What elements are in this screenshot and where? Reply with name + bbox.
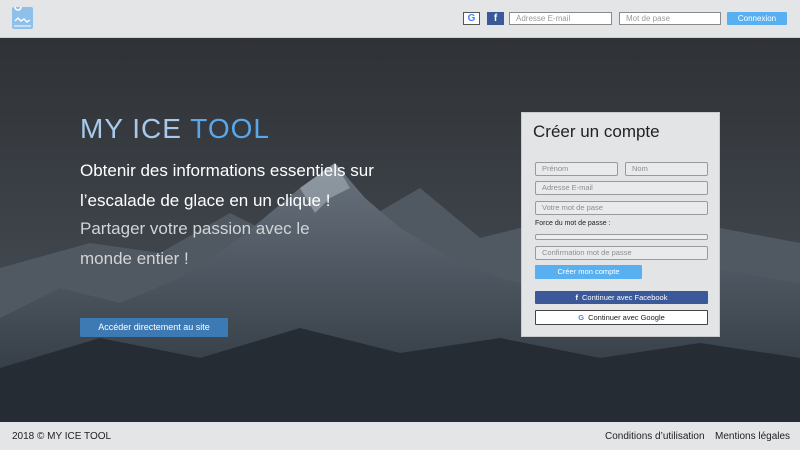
password-strength-bar bbox=[535, 234, 708, 240]
last-name-input[interactable]: Nom bbox=[625, 162, 708, 176]
signup-card: Créer un compte Prénom Nom Adresse E-mai… bbox=[521, 112, 720, 337]
google-icon: G bbox=[467, 13, 476, 24]
signup-email-input[interactable]: Adresse E-mail bbox=[535, 181, 708, 195]
facebook-continue-button[interactable]: f Continuer avec Facebook bbox=[535, 291, 708, 304]
google-continue-button[interactable]: G Continuer avec Google bbox=[535, 310, 708, 325]
facebook-continue-label: Continuer avec Facebook bbox=[582, 293, 668, 302]
google-login-icon[interactable]: G bbox=[463, 12, 480, 25]
password-strength-label: Force du mot de passe : bbox=[535, 220, 611, 227]
confirm-password-input[interactable]: Confirmation mot de passe bbox=[535, 246, 708, 260]
brand-title: MY ICE TOOL bbox=[80, 113, 270, 145]
facebook-icon: f bbox=[575, 293, 579, 302]
first-name-input[interactable]: Prénom bbox=[535, 162, 618, 176]
hero-lead-text: Obtenir des informations essentiels sur … bbox=[80, 161, 374, 210]
google-continue-label: Continuer avec Google bbox=[588, 313, 665, 322]
facebook-login-icon[interactable]: f bbox=[487, 12, 504, 25]
header-password-input[interactable]: Mot de pase bbox=[619, 12, 721, 25]
google-icon: G bbox=[578, 313, 585, 322]
top-bar: G f Adresse E-mail Mot de pase Connexion bbox=[0, 0, 800, 38]
signup-password-input[interactable]: Votre mot de pase bbox=[535, 201, 708, 215]
brand-title-part1: MY ICE bbox=[80, 113, 191, 144]
facebook-icon: f bbox=[493, 13, 498, 24]
legal-link[interactable]: Mentions légales bbox=[715, 431, 790, 442]
login-button[interactable]: Connexion bbox=[727, 12, 787, 25]
brand-title-part2: TOOL bbox=[190, 113, 270, 144]
hero-sub-text: Partager votre passion avec le monde ent… bbox=[80, 219, 310, 268]
enter-site-button[interactable]: Accéder directement au site bbox=[80, 318, 228, 337]
header-email-input[interactable]: Adresse E-mail bbox=[509, 12, 612, 25]
terms-link[interactable]: Conditions d’utilisation bbox=[605, 431, 705, 442]
copyright-text: 2018 © MY ICE TOOL bbox=[12, 431, 112, 442]
signup-title: Créer un compte bbox=[533, 122, 660, 141]
footer: 2018 © MY ICE TOOL Conditions d’utilisat… bbox=[0, 422, 800, 450]
map-pin-logo-icon[interactable] bbox=[12, 7, 33, 29]
create-account-button[interactable]: Créer mon compte bbox=[535, 265, 642, 279]
